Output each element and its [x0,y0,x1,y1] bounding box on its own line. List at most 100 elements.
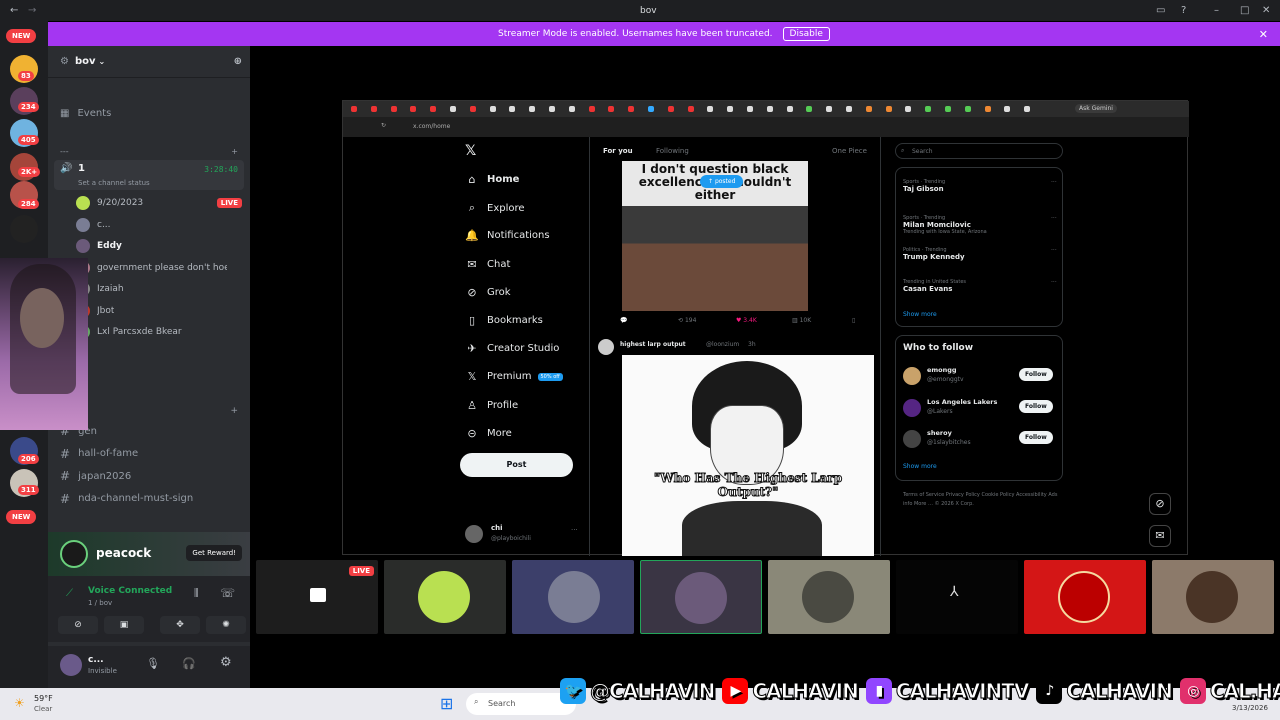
browser-tab-icon[interactable] [509,106,516,112]
events-item[interactable]: ▦ Events [48,104,250,122]
participant-tile[interactable] [1024,560,1146,634]
participant-tile[interactable] [768,560,890,634]
voice-member[interactable]: government please don't hoe me [76,259,246,277]
x-search[interactable]: ⌕ Search [895,143,1063,159]
follow-button[interactable]: Follow [1019,399,1053,413]
post2-media[interactable]: "Who Has The Highest Larp Output?" [622,355,874,556]
voice-member[interactable]: 9/20/2023 LIVE [76,194,246,212]
browser-tab-icon[interactable] [410,106,417,112]
messages-float-button[interactable]: ✉ [1149,525,1171,547]
post2-avatar[interactable] [598,339,614,355]
participant-tile-speaking[interactable] [640,560,762,634]
trend-more-icon[interactable]: ··· [1051,279,1057,286]
channel-status-prompt[interactable]: Set a channel status [78,179,150,187]
show-more-link-2[interactable]: Show more [903,463,937,470]
voice-channel-item[interactable]: 🔊 1 3:28:40 Set a channel status [54,160,244,190]
voice-member[interactable]: c... [76,216,246,234]
browser-tab-icon[interactable] [945,106,951,112]
nav-grok[interactable]: ⊘ Grok [465,286,510,299]
posted-pill[interactable]: ↑ posted [700,175,744,188]
browser-tab-icon[interactable] [667,106,674,112]
text-channel-item[interactable]: # japan2026 [60,467,240,485]
browser-tab-icon[interactable] [549,106,555,112]
close-banner-icon[interactable]: ✕ [1259,28,1268,41]
nav-explore[interactable]: ⌕ Explore [465,201,525,215]
browser-tab-icon[interactable] [370,106,377,112]
tab-for-you[interactable]: For you [603,147,633,155]
browser-tab-icon[interactable] [608,106,615,112]
browser-tab-icon[interactable] [786,106,793,112]
trend-more-icon[interactable]: ··· [1051,179,1057,186]
ask-gemini-button[interactable]: Ask Gemini [1075,104,1117,113]
nav-creator-studio[interactable]: ✈ Creator Studio [465,342,559,355]
voice-member[interactable]: Jbot [76,302,246,320]
soundboard-button[interactable]: ✺ [206,616,246,634]
browser-tab-icon[interactable] [925,106,932,112]
nav-more[interactable]: ⊝ More [465,427,511,440]
browser-tab-icon[interactable] [489,106,496,112]
browser-tab-icon[interactable] [964,106,971,112]
tab-following[interactable]: Following [656,147,689,155]
participant-tile[interactable] [384,560,506,634]
participant-tile[interactable] [512,560,634,634]
browser-tab-icon[interactable] [984,106,991,112]
bookmark-icon[interactable]: ▯ [852,317,855,324]
trend-more-icon[interactable]: ··· [1051,215,1057,222]
browser-tab-icon[interactable] [390,106,397,112]
nav-notifications[interactable]: 🔔 Notifications [465,229,549,242]
server-header[interactable]: ⚙ bov ⌄ ⊕ [48,46,250,78]
repost-count[interactable]: ⟲ 194 [678,317,696,324]
settings-gear-icon[interactable]: ⚙ [220,655,232,670]
show-more-link[interactable]: Show more [903,311,937,318]
browser-tab-icon[interactable] [885,106,892,112]
add-channel-icon[interactable]: + [230,406,238,416]
follow-button[interactable]: Follow [1019,431,1053,444]
post-button[interactable]: Post [460,453,573,477]
browser-tab-icon[interactable] [628,106,635,112]
inbox-icon[interactable]: ▭ [1156,5,1165,16]
trend-more-icon[interactable]: ··· [1051,247,1057,254]
mic-icon[interactable]: 🎙 [146,657,160,670]
follow-suggestion[interactable]: sheroy @1slaybitches Follow [903,428,1063,450]
get-reward-button[interactable]: Get Reward! [186,545,242,561]
add-member-icon[interactable]: ⊕ [234,56,242,67]
maximize-icon[interactable]: □ [1240,5,1249,16]
follow-button[interactable]: Follow [1019,368,1053,381]
browser-tab-icon[interactable] [469,106,476,112]
browser-tab-icon[interactable] [806,106,813,112]
text-channel-item[interactable]: # hall-of-fame [60,445,240,463]
browser-tab-icon[interactable] [450,106,456,112]
nav-bookmarks[interactable]: ▯ Bookmarks [465,314,543,327]
user-avatar[interactable] [60,654,82,676]
browser-tab-icon[interactable] [846,106,852,112]
post2-author[interactable]: highest larp output [620,341,686,348]
browser-tab-icon[interactable] [648,106,654,112]
browser-tab-icon[interactable] [1004,106,1011,112]
browser-tab-icon[interactable] [351,106,357,112]
follow-suggestion[interactable]: emongg @emonggtv Follow [903,365,1063,387]
browser-tab-icon[interactable] [1024,106,1031,112]
browser-tab-icon[interactable] [905,106,912,112]
stream-tile-screen[interactable]: LIVE [256,560,378,634]
trend-item[interactable]: Sports · Trending Taj Gibson ··· [903,179,1063,193]
browser-tab-icon[interactable] [588,106,595,112]
disconnect-icon[interactable]: ☏ [220,586,235,600]
follow-suggestion[interactable]: Los Angeles Lakers @Lakers Follow [903,397,1063,419]
peacock-promo[interactable]: peacock Get Reward! [48,532,250,576]
tab-one-piece[interactable]: One Piece [832,147,867,155]
grok-float-button[interactable]: ⊘ [1149,493,1171,515]
help-icon[interactable]: ? [1181,5,1186,16]
camera-off-button[interactable]: ⊘ [58,616,98,634]
back-arrow-icon[interactable]: ← [10,5,18,16]
voice-member[interactable]: Izaiah [76,280,246,298]
trend-item[interactable]: Trending in United States Casan Evans ··· [903,279,1063,293]
close-window-icon[interactable]: ✕ [1262,5,1270,16]
participant-tile[interactable]: ⅄ [896,560,1018,634]
screen-share-button[interactable]: ▣ [104,616,144,634]
headphones-icon[interactable]: 🎧 [182,657,196,670]
reply-icon[interactable]: 💬 [620,317,627,324]
browser-tab-icon[interactable] [529,106,536,112]
browser-tab-icon[interactable] [568,106,575,112]
views-count[interactable]: ▥ 10K [792,317,811,324]
browser-tab-icon[interactable] [826,106,833,112]
